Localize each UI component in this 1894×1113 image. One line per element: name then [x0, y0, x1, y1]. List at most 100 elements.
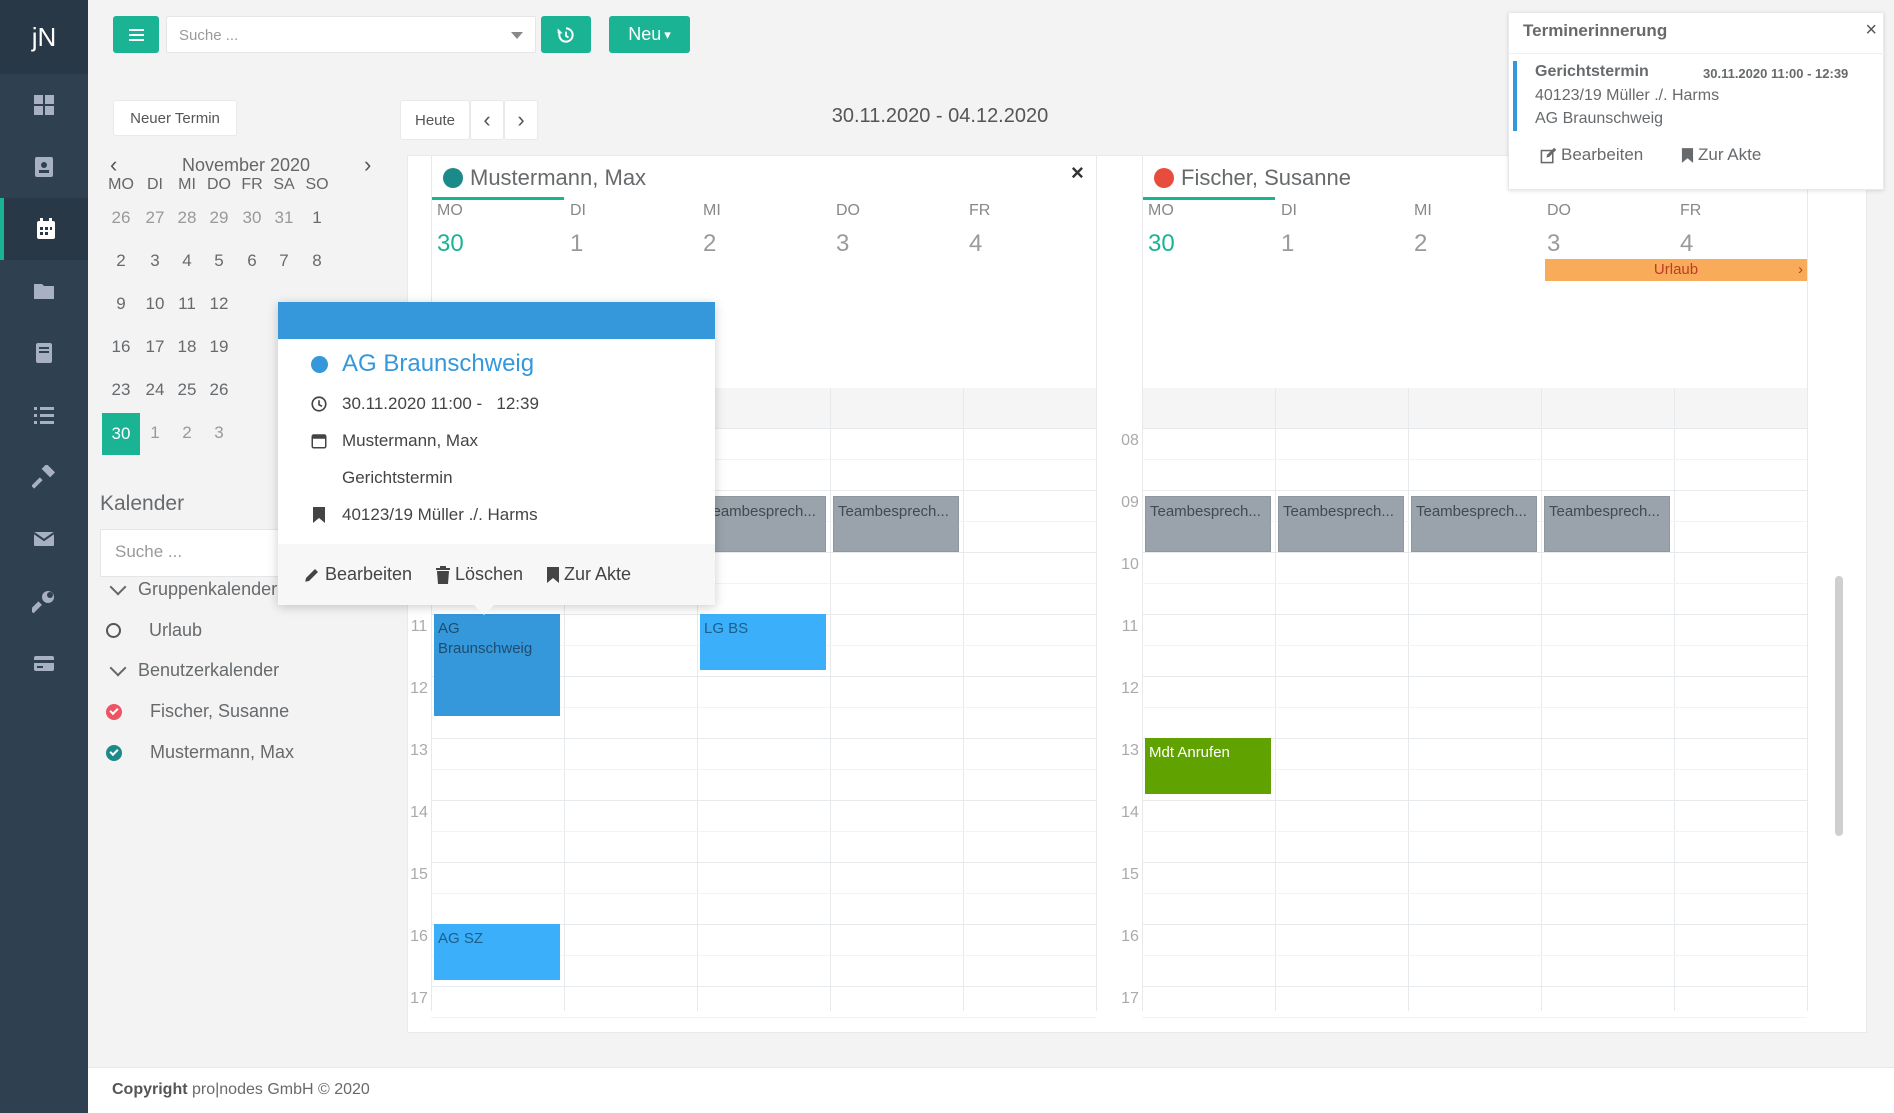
today-button[interactable]: Heute — [400, 100, 470, 140]
wrench-icon[interactable] — [0, 570, 88, 632]
to-file-label: Zur Akte — [564, 564, 632, 584]
event-file: 40123/19 Müller ./. Harms — [342, 505, 538, 524]
hour-line — [1142, 862, 1807, 863]
reminder-to-file-link[interactable]: Zur Akte — [1681, 145, 1761, 165]
prev-week-button[interactable]: ‹ — [470, 100, 504, 140]
edit-event-button[interactable]: Bearbeiten — [303, 564, 412, 585]
hour-label: 08 — [1121, 432, 1139, 449]
day-header-date[interactable]: 4 — [969, 230, 982, 258]
hour-label: 14 — [1121, 804, 1139, 821]
folder-icon[interactable] — [0, 260, 88, 322]
caret-down-icon: ▾ — [664, 26, 671, 42]
hammer-icon[interactable] — [0, 446, 88, 508]
day-column-divider — [1674, 388, 1675, 1011]
global-search-input[interactable]: Suche ... — [166, 16, 536, 53]
delete-event-button[interactable]: Löschen — [435, 564, 523, 585]
close-icon[interactable]: × — [1071, 160, 1084, 186]
day-header-date[interactable]: 3 — [836, 230, 849, 258]
calendar-event[interactable]: Teambesprech... — [1544, 496, 1670, 552]
menu-toggle-button[interactable] — [113, 16, 159, 53]
user-calendar-toggle[interactable]: Benutzerkalender — [106, 659, 279, 681]
day-header-date[interactable]: 2 — [703, 230, 716, 258]
history-button[interactable] — [541, 16, 591, 53]
day-column-divider — [963, 388, 964, 1011]
footer-copyright-label: Copyright — [112, 1081, 188, 1098]
calendar-event[interactable]: AG Braunschweig — [434, 614, 560, 717]
mini-weekday: SO — [305, 176, 329, 193]
mini-day[interactable]: 26 — [199, 380, 239, 400]
calendar-event[interactable]: LG BS — [700, 614, 826, 670]
calendar-event[interactable]: Teambesprech... — [700, 496, 826, 552]
day-header-date[interactable]: 1 — [570, 230, 583, 258]
day-header-date[interactable]: 1 — [1281, 230, 1294, 258]
hour-line — [1142, 614, 1807, 615]
hour-label: 12 — [410, 680, 428, 697]
reminder-title: Gerichtstermin — [1535, 63, 1649, 80]
calendar-item-fischer[interactable]: Fischer, Susanne — [106, 701, 289, 722]
hour-label: 12 — [1121, 680, 1139, 697]
hour-line — [1142, 428, 1807, 429]
day-header-weekday: MI — [1414, 202, 1432, 219]
day-header-weekday: FR — [1680, 202, 1702, 219]
hour-label: 15 — [410, 866, 428, 883]
calendar-event[interactable]: Teambesprech... — [1411, 496, 1537, 552]
contacts-icon[interactable] — [0, 136, 88, 198]
calendar-item-mustermann[interactable]: Mustermann, Max — [106, 742, 294, 763]
mini-calendar-next[interactable]: › — [364, 152, 371, 178]
all-day-event-urlaub[interactable]: Urlaub › — [1545, 259, 1807, 281]
half-hour-line — [431, 831, 1096, 832]
mini-day[interactable]: 3 — [199, 423, 239, 443]
half-hour-line — [431, 1017, 1096, 1018]
next-week-button[interactable]: › — [504, 100, 538, 140]
day-header-date[interactable]: 4 — [1680, 230, 1693, 258]
calendar-icon[interactable] — [0, 198, 88, 260]
hour-line — [431, 986, 1096, 987]
hour-label: 13 — [1121, 742, 1139, 759]
mini-calendar-prev[interactable]: ‹ — [110, 152, 117, 178]
hamburger-icon — [128, 28, 144, 41]
new-button[interactable]: Neu ▾ — [609, 16, 690, 53]
resource-tab-underline — [1142, 197, 1275, 200]
calendar-search-input[interactable]: Suche ... — [100, 529, 290, 577]
event-popover-title: AG Braunschweig — [342, 350, 535, 377]
day-header-weekday: DO — [1547, 202, 1571, 219]
calendar-event[interactable]: Mdt Anrufen — [1145, 738, 1271, 794]
mini-day[interactable]: 1 — [297, 208, 337, 228]
chevron-down-icon[interactable] — [511, 32, 523, 39]
half-hour-line — [1142, 893, 1807, 894]
day-header-date[interactable]: 30 — [437, 230, 464, 258]
vertical-scrollbar[interactable] — [1835, 576, 1843, 836]
tasks-icon[interactable] — [0, 384, 88, 446]
calendar-event[interactable]: Teambesprech... — [1145, 496, 1271, 552]
calendar-event[interactable]: Teambesprech... — [833, 496, 959, 552]
close-icon[interactable]: × — [1865, 19, 1877, 42]
group-calendar-toggle[interactable]: Gruppenkalender — [106, 578, 277, 600]
checked-circle-icon — [106, 703, 122, 720]
app-logo[interactable]: jN — [0, 0, 88, 74]
new-appointment-button[interactable]: Neuer Termin — [113, 100, 237, 136]
hour-label: 13 — [410, 742, 428, 759]
chevron-down-icon — [109, 659, 127, 676]
day-header-date[interactable]: 2 — [1414, 230, 1427, 258]
billing-icon[interactable] — [0, 632, 88, 694]
calendar-item-urlaub[interactable]: Urlaub — [106, 620, 202, 641]
to-file-button[interactable]: Zur Akte — [546, 564, 631, 585]
day-column-divider — [1541, 388, 1542, 1011]
hour-label: 16 — [410, 928, 428, 945]
mini-day[interactable]: 19 — [199, 337, 239, 357]
dashboard-icon[interactable] — [0, 74, 88, 136]
resource-name: Mustermann, Max — [443, 165, 646, 191]
calendar-event[interactable]: AG SZ — [434, 924, 560, 980]
reminder-edit-link[interactable]: Bearbeiten — [1540, 145, 1643, 165]
mini-day[interactable]: 8 — [297, 251, 337, 271]
day-header-date[interactable]: 30 — [1148, 230, 1175, 258]
event-person: Mustermann, Max — [342, 431, 479, 450]
reminder-edit-label: Bearbeiten — [1561, 145, 1644, 164]
day-header-date[interactable]: 3 — [1547, 230, 1560, 258]
calendar-event[interactable]: Teambesprech... — [1278, 496, 1404, 552]
calendar-item-label: Mustermann, Max — [150, 742, 295, 762]
files-icon[interactable] — [0, 322, 88, 384]
mail-icon[interactable] — [0, 508, 88, 570]
day-header-weekday: MO — [437, 202, 463, 219]
mini-day[interactable]: 12 — [199, 294, 239, 314]
